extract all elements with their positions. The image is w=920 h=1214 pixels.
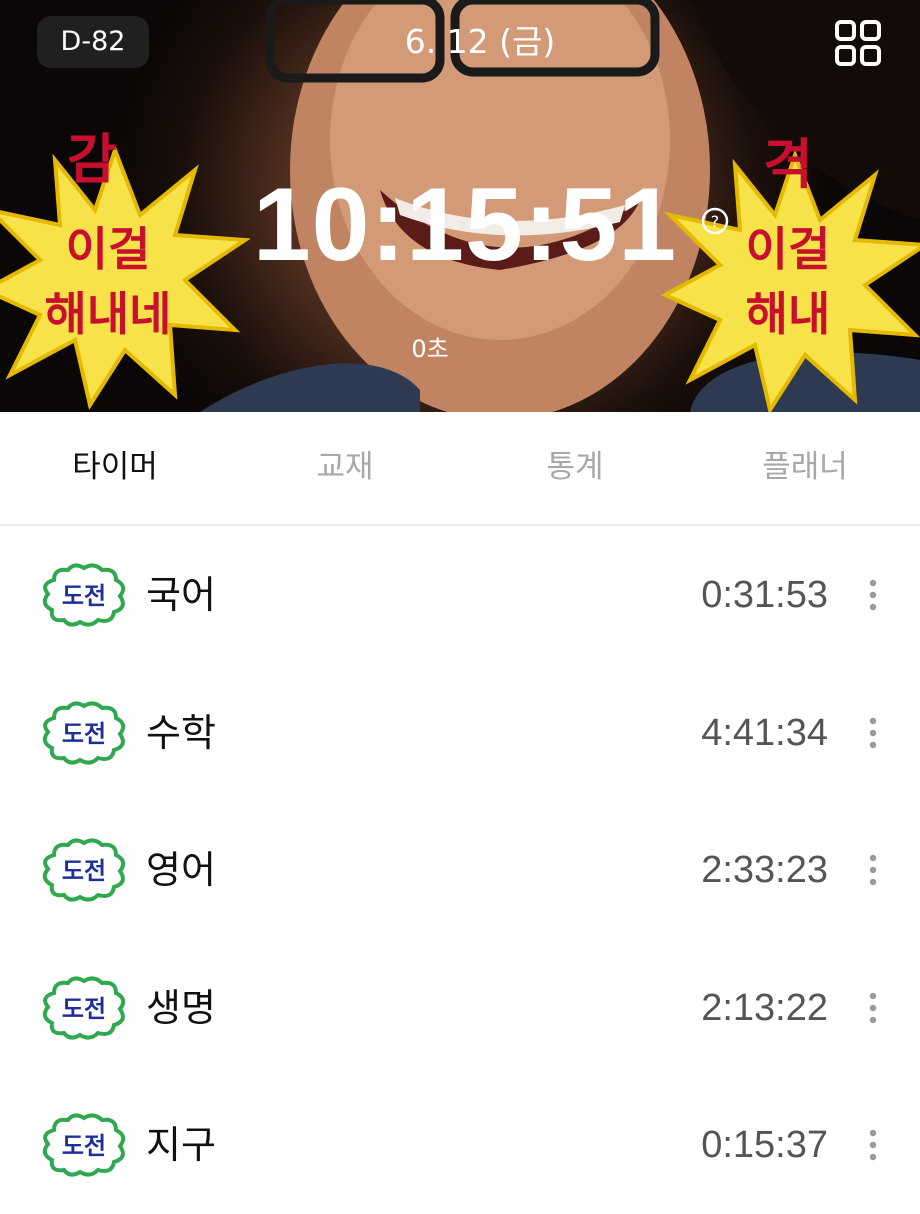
sticker-right-line2: 해내: [746, 287, 831, 341]
subject-time: 0:31:53: [701, 574, 828, 616]
sticker-right: 격 이걸 해내: [660, 135, 920, 412]
subject-time: 0:15:37: [701, 1124, 828, 1166]
sticker-left-line1: 이걸: [66, 222, 151, 276]
more-vertical-icon[interactable]: [863, 853, 883, 887]
challenge-badge-icon[interactable]: 도전: [40, 700, 128, 766]
subject-name: 수학: [146, 710, 216, 755]
more-vertical-icon[interactable]: [863, 716, 883, 750]
tab-timer[interactable]: 타이머: [15, 412, 215, 522]
subject-time: 2:13:22: [701, 986, 828, 1029]
list-item[interactable]: 도전 지구 0:15:37: [0, 1076, 920, 1214]
svg-text:도전: 도전: [62, 582, 106, 610]
subject-time: 2:33:23: [701, 849, 828, 891]
sticker-left: 감 이걸 해내네: [0, 130, 250, 410]
list-item[interactable]: 도전 국어 0:31:53: [0, 526, 920, 664]
subject-name: 생명: [146, 985, 216, 1030]
svg-text:도전: 도전: [62, 995, 106, 1023]
subject-time: 4:41:34: [701, 711, 828, 754]
tab-planner[interactable]: 플래너: [705, 412, 905, 522]
grid-icon[interactable]: [833, 18, 883, 68]
date-label: 6. 12 (금): [404, 22, 556, 61]
subject-name: 지구: [146, 1123, 216, 1167]
tab-bar: 타이머 교재 통계 플래너: [0, 412, 920, 526]
challenge-badge-icon[interactable]: 도전: [40, 562, 128, 628]
challenge-badge-icon[interactable]: 도전: [40, 1112, 128, 1178]
sticker-right-top: 격: [763, 135, 813, 196]
subject-name: 영어: [146, 848, 216, 892]
challenge-badge-icon[interactable]: 도전: [40, 975, 128, 1041]
timer-header: 감 이걸 해내네 격 이걸 해내 D-82 6. 12 (금) 10:15:51…: [0, 0, 920, 412]
subject-name: 국어: [146, 573, 216, 617]
challenge-badge-icon[interactable]: 도전: [40, 837, 128, 903]
list-item[interactable]: 도전 영어 2:33:23: [0, 801, 920, 939]
total-study-timer: 10:15:51: [252, 167, 678, 283]
subject-list: 도전 국어 0:31:53 도전 수학 4:41:34 도전 영어 2:33:2…: [0, 526, 920, 1214]
sticker-left-line2: 해내네: [45, 287, 172, 341]
svg-text:?: ?: [711, 212, 720, 231]
tab-statistics[interactable]: 통계: [475, 412, 675, 522]
more-vertical-icon[interactable]: [863, 991, 883, 1025]
help-circle-icon[interactable]: ?: [700, 206, 730, 236]
svg-text:도전: 도전: [62, 857, 106, 885]
tab-textbook[interactable]: 교재: [245, 412, 445, 522]
sticker-right-line1: 이걸: [746, 222, 831, 276]
more-vertical-icon[interactable]: [863, 578, 883, 612]
list-item[interactable]: 도전 수학 4:41:34: [0, 664, 920, 802]
svg-text:도전: 도전: [62, 720, 106, 748]
sticker-left-top: 감: [67, 130, 117, 191]
list-item[interactable]: 도전 생명 2:13:22: [0, 939, 920, 1077]
seconds-label: 0초: [411, 335, 449, 363]
svg-text:도전: 도전: [62, 1132, 106, 1160]
more-vertical-icon[interactable]: [863, 1128, 883, 1162]
dday-badge[interactable]: D-82: [37, 16, 149, 68]
